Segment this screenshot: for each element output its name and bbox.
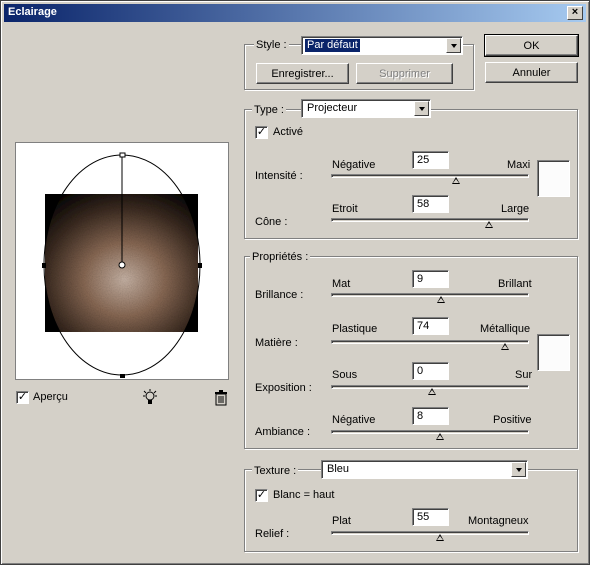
white-high-checkbox[interactable]: ✓ xyxy=(255,489,268,502)
texture-group xyxy=(244,469,578,552)
close-button[interactable]: × xyxy=(567,6,583,20)
exposure-min-label: Sous xyxy=(332,369,358,381)
relief-slider-track[interactable] xyxy=(331,531,529,535)
light-bottom-handle[interactable] xyxy=(120,374,125,378)
ambience-slider-thumb[interactable] xyxy=(436,433,444,440)
active-checkbox[interactable]: ✓ xyxy=(255,126,268,139)
style-label: Style : xyxy=(254,39,289,51)
intensity-input[interactable]: 25 xyxy=(412,151,449,169)
relief-max-label: Montagneux xyxy=(468,515,529,527)
style-select[interactable]: Par défaut xyxy=(301,36,463,55)
exposure-input[interactable]: 0 xyxy=(412,362,449,380)
preview-label: Aperçu xyxy=(33,391,68,403)
ambience-input[interactable]: 8 xyxy=(412,407,449,425)
light-right-handle[interactable] xyxy=(198,263,202,268)
texture-select[interactable]: Bleu xyxy=(321,460,528,479)
ok-button[interactable]: OK xyxy=(484,34,579,57)
preview-image xyxy=(42,152,202,378)
intensity-max-label: Maxi xyxy=(507,159,531,171)
relief-input[interactable]: 55 xyxy=(412,508,449,526)
title-bar[interactable]: Eclairage × xyxy=(4,4,586,22)
cone-min-label: Etroit xyxy=(332,203,358,215)
relief-slider-thumb[interactable] xyxy=(436,534,444,541)
cancel-button[interactable]: Annuler xyxy=(485,62,578,83)
light-top-handle[interactable] xyxy=(119,152,126,158)
gloss-input[interactable]: 9 xyxy=(412,270,449,288)
ambience-min-label: Négative xyxy=(332,414,376,426)
light-color-swatch[interactable] xyxy=(537,160,570,197)
gloss-label: Brillance : xyxy=(255,289,304,301)
ambience-label: Ambiance : xyxy=(255,426,311,438)
texture-selected-value: Bleu xyxy=(327,463,350,475)
exposure-slider-thumb[interactable] xyxy=(428,388,436,395)
chevron-down-icon[interactable] xyxy=(511,462,526,477)
preview-checkbox[interactable]: ✓ xyxy=(16,391,29,404)
white-high-label: Blanc = haut xyxy=(273,489,335,501)
type-label: Type : xyxy=(252,104,286,116)
style-selected-value: Par défaut xyxy=(305,39,360,52)
save-style-button[interactable]: Enregistrer... xyxy=(256,63,349,84)
chevron-down-icon[interactable] xyxy=(414,101,429,116)
trash-icon[interactable] xyxy=(213,390,229,406)
preview-canvas[interactable] xyxy=(15,142,229,380)
material-min-label: Plastique xyxy=(332,323,378,335)
intensity-slider-track[interactable] xyxy=(331,174,529,178)
cone-max-label: Large xyxy=(501,203,530,215)
ambient-color-swatch[interactable] xyxy=(537,334,570,371)
intensity-label: Intensité : xyxy=(255,170,303,182)
material-max-label: Métallique xyxy=(480,323,531,335)
ambience-max-label: Positive xyxy=(493,414,532,426)
properties-label: Propriétés : xyxy=(250,251,311,263)
exposure-max-label: Sur xyxy=(515,369,533,381)
gloss-slider-track[interactable] xyxy=(331,293,529,297)
window-title: Eclairage xyxy=(8,6,57,18)
type-selected-value: Projecteur xyxy=(307,102,358,114)
texture-label: Texture : xyxy=(252,465,299,477)
type-select[interactable]: Projecteur xyxy=(301,99,431,118)
cone-slider-thumb[interactable] xyxy=(485,221,493,228)
gloss-slider-thumb[interactable] xyxy=(437,296,445,303)
cone-slider-track[interactable] xyxy=(331,218,529,222)
exposure-label: Exposition : xyxy=(255,382,312,394)
intensity-slider-thumb[interactable] xyxy=(452,177,460,184)
material-slider-track[interactable] xyxy=(331,340,529,344)
material-input[interactable]: 74 xyxy=(412,317,449,335)
material-label: Matière : xyxy=(255,337,298,349)
light-left-handle[interactable] xyxy=(42,263,46,268)
light-bulb-icon[interactable] xyxy=(141,389,159,407)
material-slider-thumb[interactable] xyxy=(501,343,509,350)
cone-input[interactable]: 58 xyxy=(412,195,449,213)
cone-label: Cône : xyxy=(255,216,288,228)
intensity-min-label: Négative xyxy=(332,159,376,171)
light-center-handle[interactable] xyxy=(118,261,126,269)
gloss-max-label: Brillant xyxy=(498,278,532,290)
lighting-effects-dialog: Eclairage × ✓ Aperçu Style: Par défaut … xyxy=(0,0,590,565)
delete-style-button[interactable]: Supprimer xyxy=(356,63,453,84)
active-label: Activé xyxy=(273,126,303,138)
gloss-min-label: Mat xyxy=(332,278,351,290)
relief-min-label: Plat xyxy=(332,515,351,527)
relief-label: Relief : xyxy=(255,528,290,540)
chevron-down-icon[interactable] xyxy=(446,38,461,53)
ambience-slider-track[interactable] xyxy=(331,430,529,434)
